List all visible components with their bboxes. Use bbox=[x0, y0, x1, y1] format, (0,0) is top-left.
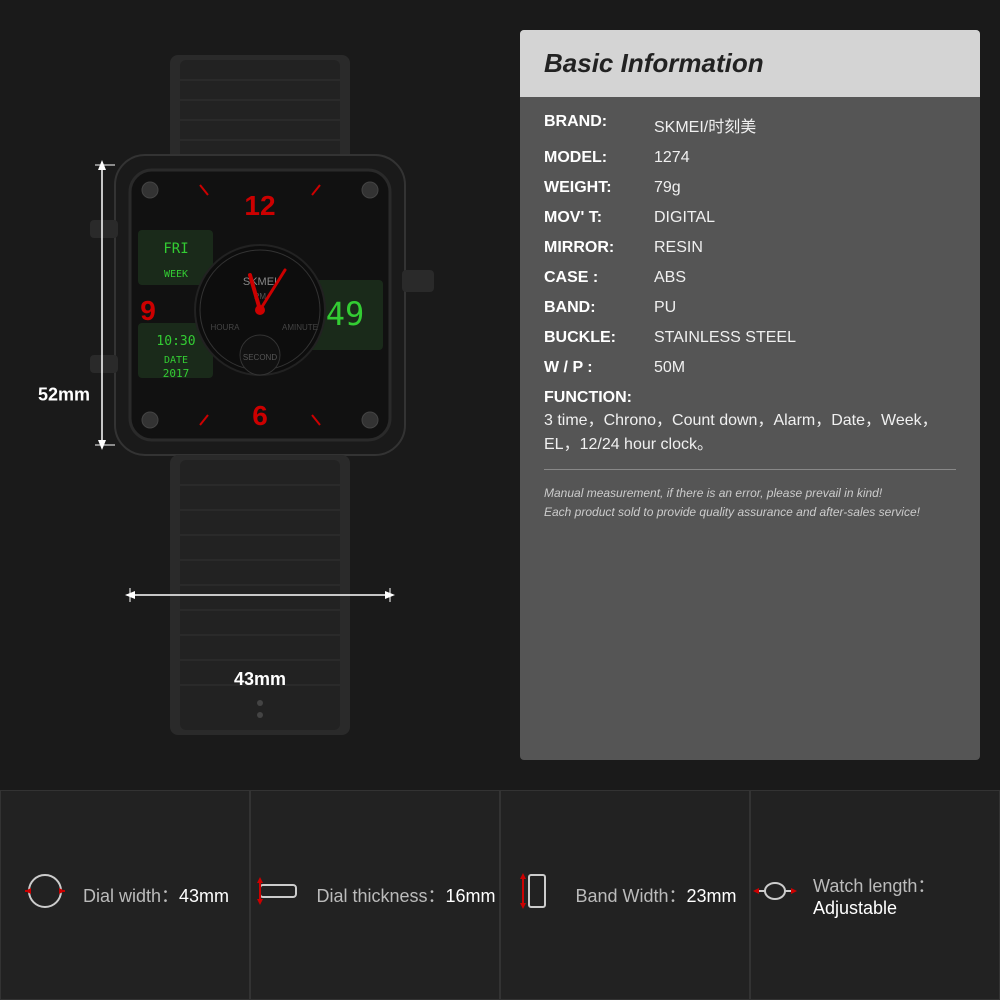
info-row-function: FUNCTION: 3 time，Chrono，Count down，Alarm… bbox=[544, 389, 956, 457]
footnote: Manual measurement, if there is an error… bbox=[544, 484, 956, 522]
brand-value: SKMEI/时刻美 bbox=[654, 113, 956, 137]
svg-text:SKMEI: SKMEI bbox=[243, 276, 277, 288]
band-width-label: Band Width： bbox=[575, 886, 686, 906]
info-row-weight: WEIGHT: 79g bbox=[544, 179, 956, 197]
band-width-icon bbox=[513, 871, 561, 919]
function-label: FUNCTION: bbox=[544, 389, 654, 407]
svg-text:6: 6 bbox=[252, 400, 268, 431]
svg-text:SECOND: SECOND bbox=[243, 353, 277, 362]
svg-text:9: 9 bbox=[140, 295, 156, 326]
svg-text:WEEK: WEEK bbox=[164, 269, 188, 280]
mirror-value: RESIN bbox=[654, 239, 956, 257]
dial-thickness-value: 16mm bbox=[446, 886, 496, 906]
watch-image: 12 9 6 FRI WEEK 10:30 DATE 2017 bbox=[50, 55, 470, 735]
model-label: MODEL: bbox=[544, 149, 654, 167]
spec-dial-thickness: Dial thickness：16mm bbox=[250, 790, 500, 1000]
weight-label: WEIGHT: bbox=[544, 179, 654, 197]
band-width-value: 23mm bbox=[687, 886, 737, 906]
dial-width-text: Dial width：43mm bbox=[83, 882, 229, 908]
model-value: 1274 bbox=[654, 149, 956, 167]
spec-watch-length: Watch length：Adjustable bbox=[750, 790, 1000, 1000]
top-section: 52mm bbox=[0, 0, 1000, 790]
dial-width-value: 43mm bbox=[179, 886, 229, 906]
watch-area: 52mm bbox=[0, 0, 520, 790]
info-row-case: CASE : ABS bbox=[544, 269, 956, 287]
footnote-line1: Manual measurement, if there is an error… bbox=[544, 484, 956, 503]
svg-text:AMINUTE: AMINUTE bbox=[282, 323, 318, 332]
movement-label: MOV' T: bbox=[544, 209, 654, 227]
watch-length-text: Watch length：Adjustable bbox=[813, 872, 999, 919]
dial-width-icon bbox=[21, 871, 69, 919]
function-value: 3 time，Chrono，Count down，Alarm，Date，Week… bbox=[544, 409, 956, 457]
info-row-mirror: MIRROR: RESIN bbox=[544, 239, 956, 257]
info-row-band: BAND: PU bbox=[544, 299, 956, 317]
info-header: Basic Information bbox=[520, 30, 980, 97]
buckle-value: STAINLESS STEEL bbox=[654, 329, 956, 347]
svg-text:HOURA: HOURA bbox=[211, 323, 241, 332]
weight-value: 79g bbox=[654, 179, 956, 197]
info-title: Basic Information bbox=[544, 48, 956, 79]
info-row-model: MODEL: 1274 bbox=[544, 149, 956, 167]
info-panel: Basic Information BRAND: SKMEI/时刻美 MODEL… bbox=[520, 30, 980, 760]
case-value: ABS bbox=[654, 269, 956, 287]
dial-thickness-text: Dial thickness：16mm bbox=[316, 882, 495, 908]
svg-text:49: 49 bbox=[326, 295, 365, 333]
dial-thickness-icon bbox=[254, 871, 302, 919]
svg-text:10:30: 10:30 bbox=[156, 334, 195, 349]
watch-length-value: Adjustable bbox=[813, 898, 897, 918]
mirror-label: MIRROR: bbox=[544, 239, 654, 257]
dimension-width-label: 43mm bbox=[234, 669, 286, 690]
info-body: BRAND: SKMEI/时刻美 MODEL: 1274 WEIGHT: 79g… bbox=[520, 97, 980, 760]
dial-thickness-label: Dial thickness： bbox=[316, 886, 445, 906]
info-row-buckle: BUCKLE: STAINLESS STEEL bbox=[544, 329, 956, 347]
wp-value: 50M bbox=[654, 359, 956, 377]
info-row-brand: BRAND: SKMEI/时刻美 bbox=[544, 113, 956, 137]
info-row-wp: W / P : 50M bbox=[544, 359, 956, 377]
band-value: PU bbox=[654, 299, 956, 317]
buckle-label: BUCKLE: bbox=[544, 329, 654, 347]
svg-text:2017: 2017 bbox=[163, 367, 190, 380]
main-container: 52mm bbox=[0, 0, 1000, 1000]
footnote-line2: Each product sold to provide quality ass… bbox=[544, 503, 956, 522]
info-row-movement: MOV' T: DIGITAL bbox=[544, 209, 956, 227]
band-label: BAND: bbox=[544, 299, 654, 317]
bottom-section: Dial width：43mm Dial thickness：16mm bbox=[0, 790, 1000, 1000]
svg-text:FRI: FRI bbox=[163, 241, 188, 257]
info-divider bbox=[544, 469, 956, 470]
svg-text:DATE: DATE bbox=[164, 355, 188, 366]
svg-text:12: 12 bbox=[244, 190, 275, 221]
spec-dial-width: Dial width：43mm bbox=[0, 790, 250, 1000]
spec-band-width: Band Width：23mm bbox=[500, 790, 750, 1000]
watch-length-label: Watch length： bbox=[813, 876, 935, 896]
watch-length-icon bbox=[751, 871, 799, 919]
case-label: CASE : bbox=[544, 269, 654, 287]
brand-label: BRAND: bbox=[544, 113, 654, 131]
wp-label: W / P : bbox=[544, 359, 654, 377]
movement-value: DIGITAL bbox=[654, 209, 956, 227]
band-width-text: Band Width：23mm bbox=[575, 882, 736, 908]
dial-width-label: Dial width： bbox=[83, 886, 179, 906]
